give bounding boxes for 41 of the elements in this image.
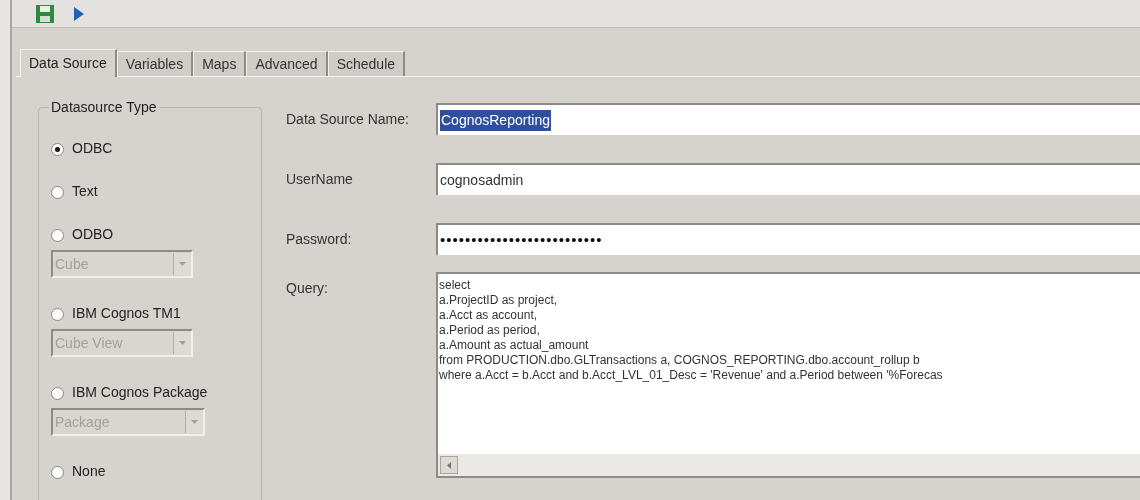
radio-button[interactable] xyxy=(51,186,64,199)
radio-label: None xyxy=(72,463,106,479)
radio-label: IBM Cognos Package xyxy=(72,384,208,400)
query-line: a.Acct as account, xyxy=(439,308,538,323)
password-field[interactable]: •••••••••••••••••••••••••• xyxy=(436,223,1140,255)
query-line: from PRODUCTION.dbo.GLTransactions a, COGNOS_REPORTING.dbo.account_rollup b xyxy=(439,353,920,368)
radio-label: Text xyxy=(72,183,98,199)
dropdown-arrow-icon xyxy=(191,420,198,424)
tab[interactable]: Data Source xyxy=(20,49,117,77)
field-label: Password: xyxy=(286,230,353,249)
field-label: Data Source Name: xyxy=(286,110,410,129)
radio-button[interactable] xyxy=(51,229,64,242)
radio-label: ODBO xyxy=(72,226,114,242)
radio-button[interactable] xyxy=(51,466,64,479)
dropdown-arrow-icon xyxy=(179,262,186,266)
query-line: a.ProjectID as project, xyxy=(439,293,558,308)
field-label: UserName xyxy=(286,170,354,189)
query-line: a.Period as period, xyxy=(439,323,540,338)
query-field[interactable] xyxy=(436,272,1140,478)
text-field[interactable]: CognosReporting xyxy=(436,103,1140,135)
dropdown-arrow-icon xyxy=(179,341,186,345)
tab[interactable]: Variables xyxy=(116,51,194,76)
radio-button[interactable] xyxy=(51,143,64,156)
group-title: Datasource Type xyxy=(50,98,158,117)
radio-label: IBM Cognos TM1 xyxy=(72,305,181,321)
left-arrow-icon xyxy=(447,461,451,469)
query-line: select xyxy=(439,278,471,293)
tab[interactable]: Advanced xyxy=(246,51,328,76)
tab[interactable]: Schedule xyxy=(327,51,406,76)
radio-button[interactable] xyxy=(51,387,64,400)
field-label: Query: xyxy=(286,279,329,298)
play-icon xyxy=(73,5,85,22)
radio-label: ODBC xyxy=(72,140,113,156)
query-line: a.Amount as actual_amount xyxy=(439,338,589,353)
scroll-left-button[interactable] xyxy=(440,456,458,474)
horizontal-scrollbar[interactable] xyxy=(438,454,1140,476)
text-field[interactable]: cognosadmin xyxy=(436,163,1140,195)
radio-button[interactable] xyxy=(51,308,64,321)
tab[interactable]: Maps xyxy=(193,51,247,76)
query-line: where a.Acct = b.Acct and b.Acct_LVL_01_Desc = 'Revenue' and a.Period between '%Forecas xyxy=(439,368,943,383)
save-button[interactable] xyxy=(34,2,56,25)
